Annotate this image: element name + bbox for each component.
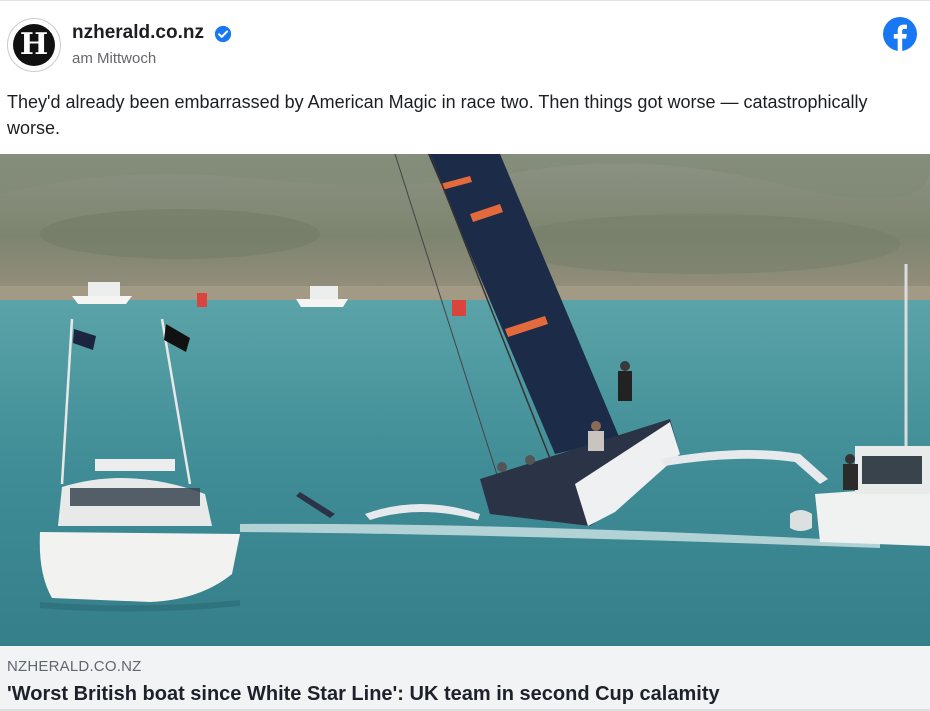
facebook-post: H nzherald.co.nz am Mittwoch They'd alre… (0, 0, 930, 711)
post-header: H nzherald.co.nz am Mittwoch (0, 0, 930, 85)
page-name[interactable]: nzherald.co.nz (72, 22, 204, 44)
link-title[interactable]: 'Worst British boat since White Star Lin… (7, 683, 720, 706)
post-message: They'd already been embarrassed by Ameri… (7, 92, 868, 138)
link-preview[interactable]: NZHERALD.CO.NZ 'Worst British boat since… (0, 646, 930, 711)
post-timestamp[interactable]: am Mittwoch (72, 50, 156, 67)
herald-logo-icon: H (13, 24, 55, 66)
post-photo[interactable] (0, 154, 930, 646)
link-domain: NZHERALD.CO.NZ (7, 658, 142, 675)
verified-badge-icon (214, 25, 232, 43)
page-avatar[interactable]: H (7, 18, 61, 72)
facebook-logo-icon[interactable] (883, 17, 917, 51)
